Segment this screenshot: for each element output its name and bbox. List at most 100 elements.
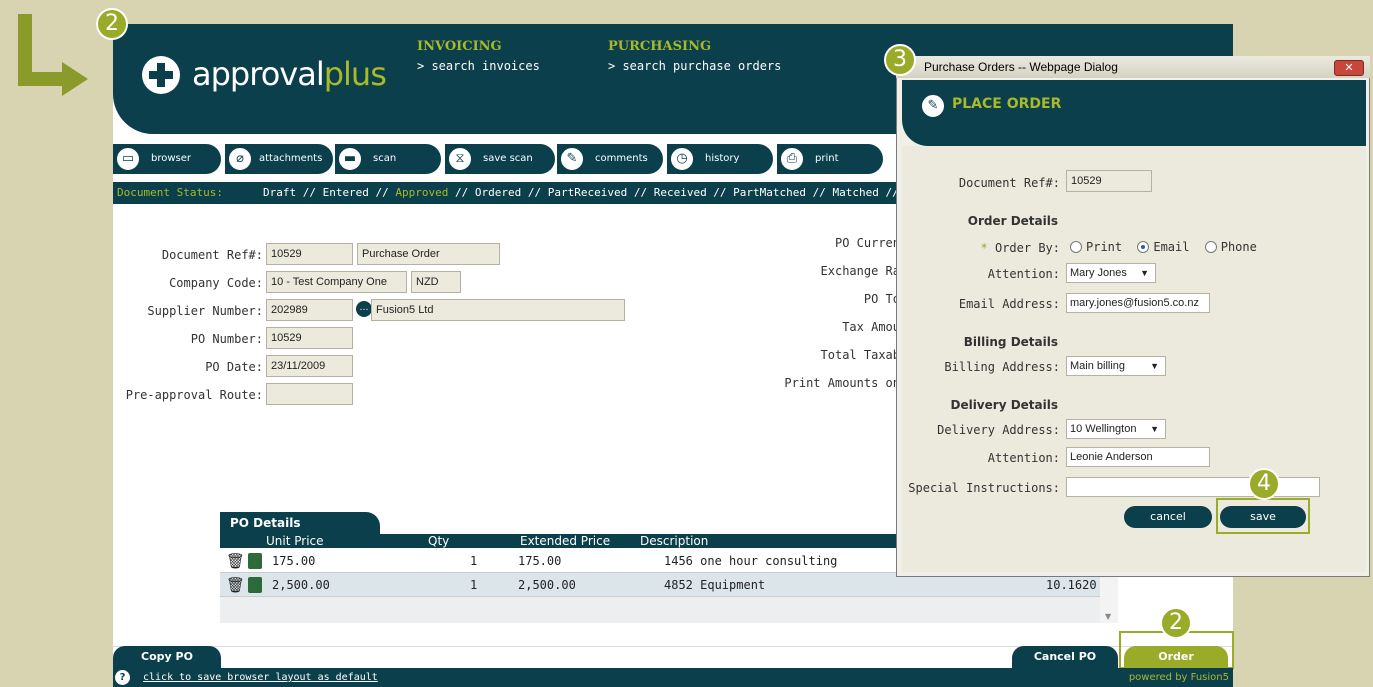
cancel-button[interactable]: cancel bbox=[1124, 506, 1212, 528]
description-cell: 4852 Equipment bbox=[664, 578, 766, 592]
order-by-phone-radio[interactable] bbox=[1204, 241, 1217, 253]
chevron-down-icon: ▼ bbox=[1140, 268, 1149, 278]
dialog-heading: PLACE ORDER bbox=[952, 96, 1062, 112]
nav-search-po-link[interactable]: > search purchase orders bbox=[608, 59, 781, 73]
po-total-label: PO To bbox=[863, 292, 900, 306]
company-code-label: Company Code: bbox=[169, 276, 263, 290]
attachments-button[interactable]: ⌀ attachments bbox=[225, 144, 333, 174]
delete-icon[interactable]: 🗑 bbox=[226, 573, 245, 597]
supplier-name-field: Fusion5 Ltd bbox=[371, 299, 625, 321]
po-date-label: PO Date: bbox=[205, 360, 263, 374]
browser-button[interactable]: ▭ browser bbox=[113, 144, 221, 174]
special-instructions-field[interactable] bbox=[1066, 477, 1320, 497]
delivery-attention-label: Attention: bbox=[987, 451, 1060, 465]
doc-ref-label: Document Ref#: bbox=[161, 248, 263, 262]
edit-doc-icon[interactable] bbox=[248, 553, 262, 569]
cancel-po-button[interactable]: Cancel PO bbox=[1012, 646, 1118, 668]
qty-cell: 1 bbox=[470, 554, 478, 568]
scanner-icon: ▬ bbox=[337, 146, 363, 172]
paperclip-icon: ⌀ bbox=[227, 146, 253, 172]
monitor-icon: ▭ bbox=[115, 146, 141, 172]
order-by-label: * Order By: bbox=[980, 241, 1061, 255]
delivery-details-heading: Delivery Details bbox=[950, 398, 1058, 412]
route-field[interactable] bbox=[266, 383, 353, 405]
order-by-print-radio[interactable] bbox=[1070, 241, 1082, 253]
route-label: Pre-approval Route: bbox=[125, 388, 263, 402]
delivery-address-label: Delivery Address: bbox=[937, 423, 1060, 437]
step-arrow-head bbox=[62, 62, 88, 96]
print-amounts-label: Print Amounts on bbox=[784, 376, 900, 390]
supplier-number-label: Supplier Number: bbox=[147, 304, 263, 318]
col-extended-price[interactable]: Extended Price bbox=[520, 534, 610, 548]
dialog-titlebar[interactable]: Purchase Orders -- Webpage Dialog bbox=[896, 56, 1370, 78]
print-button[interactable]: ⎙ print bbox=[777, 144, 883, 174]
attention-select[interactable]: Mary Jones ▼ bbox=[1066, 263, 1156, 283]
scan-button[interactable]: ▬ scan bbox=[335, 144, 441, 174]
save-scan-button[interactable]: ⧖ save scan bbox=[445, 144, 555, 174]
special-instructions-label: Special Instructions: bbox=[908, 481, 1060, 495]
save-scan-icon: ⧖ bbox=[447, 146, 473, 172]
logo-plus-bar-v bbox=[157, 63, 165, 87]
dialog-doc-ref-field: 10529 bbox=[1066, 170, 1152, 192]
comments-button[interactable]: ✎ comments bbox=[557, 144, 663, 174]
step-badge-2-bottom: 2 bbox=[1160, 607, 1192, 639]
po-date-field[interactable]: 23/11/2009 bbox=[266, 355, 353, 377]
app-logo: approvalplus bbox=[192, 55, 387, 93]
pen-icon: ✎ bbox=[920, 93, 946, 119]
col-qty[interactable]: Qty bbox=[428, 534, 449, 548]
po-details-empty-area bbox=[220, 597, 1100, 623]
description-cell: 1456 one hour consulting bbox=[664, 554, 838, 568]
po-details-tab[interactable]: PO Details bbox=[220, 512, 380, 534]
currency-field: NZD bbox=[411, 271, 461, 293]
po-number-label: PO Number: bbox=[190, 332, 263, 346]
save-layout-link[interactable]: click to save browser layout as default bbox=[143, 668, 378, 687]
chevron-down-icon: ▼ bbox=[1150, 424, 1159, 434]
billing-details-heading: Billing Details bbox=[963, 335, 1058, 349]
dialog-doc-ref-label: Document Ref#: bbox=[958, 176, 1060, 190]
history-button[interactable]: ◷ history bbox=[667, 144, 773, 174]
attention-label: Attention: bbox=[987, 267, 1060, 281]
supplier-number-field: 202989 bbox=[266, 299, 353, 321]
delivery-attention-field[interactable]: Leonie Anderson bbox=[1066, 447, 1210, 467]
order-by-radio-group: Print Email Phone bbox=[1062, 240, 1257, 254]
col-unit-price[interactable]: Unit Price bbox=[266, 534, 324, 548]
tax-amount-label: Tax Amou bbox=[842, 320, 900, 334]
extended-cell: 2,500.00 bbox=[518, 578, 576, 592]
total-taxable-label: Total Taxab bbox=[820, 348, 900, 362]
copy-po-button[interactable]: Copy PO bbox=[113, 646, 221, 668]
exchange-rate-label: Exchange Ra bbox=[820, 264, 900, 278]
dialog-header bbox=[902, 80, 1366, 146]
billing-address-label: Billing Address: bbox=[944, 360, 1060, 374]
po-number-field: 10529 bbox=[266, 327, 353, 349]
step-badge-3: 3 bbox=[884, 44, 916, 76]
pen-icon: ✎ bbox=[559, 146, 585, 172]
step-badge-4: 4 bbox=[1248, 468, 1280, 500]
company-code-field: 10 - Test Company One bbox=[266, 271, 407, 293]
edit-doc-icon[interactable] bbox=[248, 577, 262, 593]
billing-address-select[interactable]: Main billing ▼ bbox=[1066, 356, 1166, 376]
clock-icon: ◷ bbox=[669, 146, 695, 172]
printer-icon: ⎙ bbox=[779, 146, 805, 172]
email-field[interactable]: mary.jones@fusion5.co.nz bbox=[1066, 293, 1210, 313]
extended-cell: 175.00 bbox=[518, 554, 562, 568]
toolbar: ▭ browser ⌀ attachments ▬ scan ⧖ save scan ✎… bbox=[113, 144, 903, 174]
col-description[interactable]: Description bbox=[640, 534, 708, 548]
unit-price-cell: 2,500.00 bbox=[272, 578, 330, 592]
nav-search-invoices-link[interactable]: > search invoices bbox=[417, 59, 540, 73]
order-details-heading: Order Details bbox=[967, 214, 1058, 228]
email-label: Email Address: bbox=[958, 297, 1060, 311]
doc-ref-field: 10529 bbox=[266, 243, 353, 265]
save-highlight bbox=[1216, 498, 1310, 534]
order-by-email-radio[interactable] bbox=[1137, 241, 1150, 253]
delete-icon[interactable]: 🗑 bbox=[226, 549, 245, 573]
delivery-address-select[interactable]: 10 Wellington ▼ bbox=[1066, 419, 1166, 439]
chevron-down-icon: ▼ bbox=[1150, 361, 1159, 371]
doc-type-field: Purchase Order bbox=[357, 243, 500, 265]
help-icon[interactable]: ? bbox=[115, 670, 130, 685]
nav-invoicing-title: INVOICING bbox=[417, 39, 502, 54]
close-icon[interactable]: ✕ bbox=[1334, 60, 1364, 76]
scroll-down-icon[interactable]: ▼ bbox=[1105, 612, 1111, 621]
nav-purchasing-title: PURCHASING bbox=[608, 39, 712, 54]
unit-price-cell: 175.00 bbox=[272, 554, 316, 568]
supplier-lookup-icon[interactable]: … bbox=[356, 301, 372, 317]
